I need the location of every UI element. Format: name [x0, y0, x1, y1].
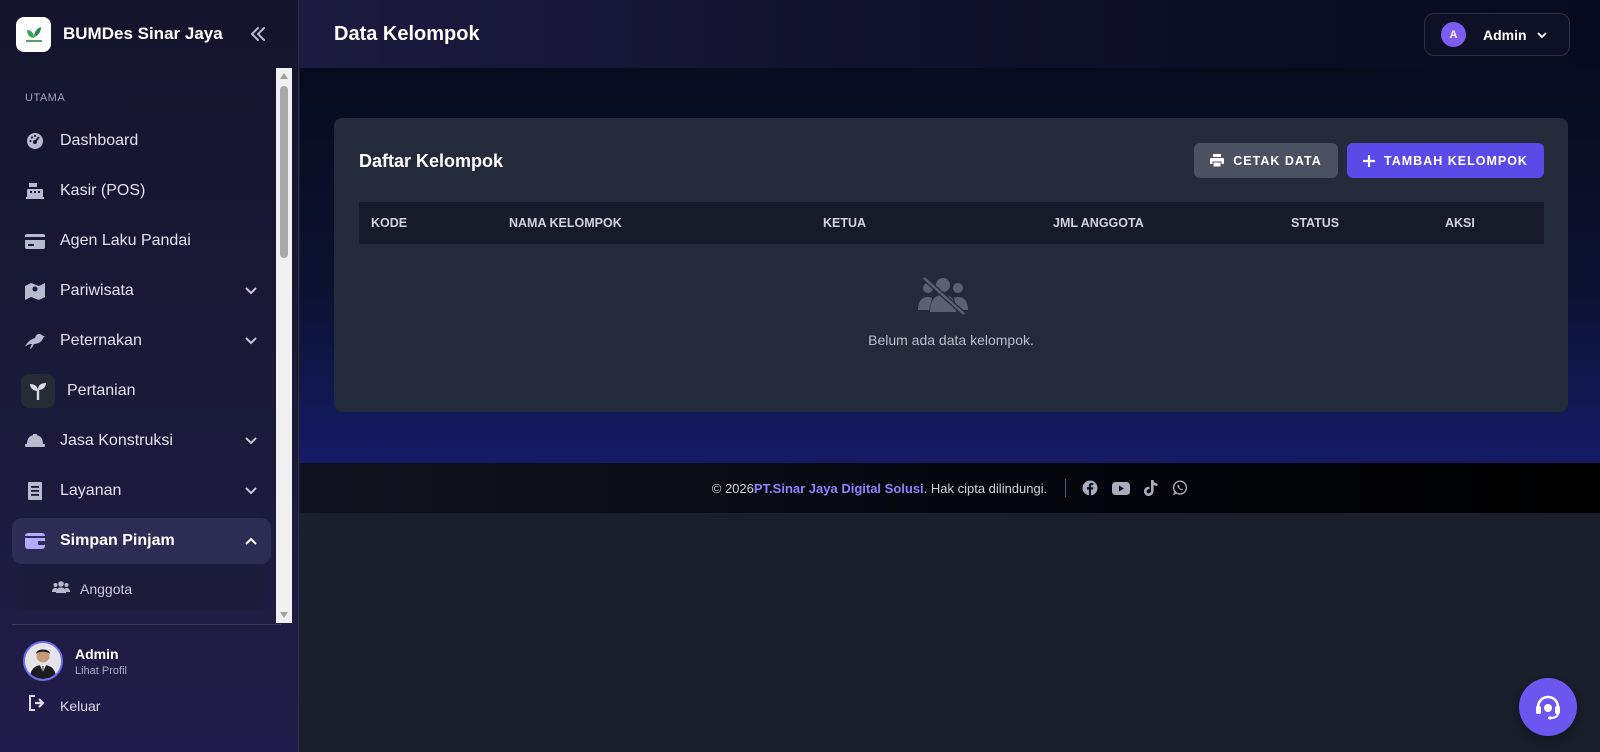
column-header: NAMA KELOMPOK	[509, 216, 622, 230]
brand-logo[interactable]	[16, 16, 51, 52]
wallet-icon	[24, 530, 46, 552]
dashboard-icon	[24, 130, 46, 152]
logout-icon	[28, 695, 46, 716]
column-header: KETUA	[823, 216, 867, 230]
empty-state-text: Belum ada data kelompok.	[868, 332, 1034, 348]
profile-name: Admin	[75, 645, 119, 662]
brand-name: BUMDes Sinar Jaya	[63, 24, 223, 43]
user-menu-button[interactable]: A Admin	[1424, 13, 1570, 56]
main-content: Daftar Kelompok CETAK DATA TAMBAH KELOMP…	[300, 68, 1600, 463]
sidebar-item-agen-laku-pandai[interactable]: Agen Laku Pandai	[12, 218, 271, 264]
seedling-icon	[21, 374, 55, 408]
sidebar-subitem-anggota[interactable]: Anggota	[20, 568, 263, 610]
chevron-down-icon	[243, 433, 259, 449]
print-data-button[interactable]: CETAK DATA	[1194, 143, 1338, 178]
whatsapp-icon[interactable]	[1172, 480, 1188, 496]
sidebar: BUMDes Sinar Jaya UTAMA Dashboard Kasir …	[0, 0, 299, 752]
table-header: KODE NAMA KELOMPOK KETUA JML ANGGOTA STA…	[359, 202, 1544, 244]
sidebar-item-pertanian[interactable]: Pertanian	[12, 368, 271, 414]
sidebar-subitem-label: Anggota	[80, 581, 133, 597]
sidebar-item-simpan-pinjam[interactable]: Simpan Pinjam	[12, 518, 271, 564]
column-header: STATUS	[1291, 216, 1340, 230]
brand: BUMDes Sinar Jaya	[0, 0, 298, 68]
youtube-icon[interactable]	[1112, 481, 1131, 495]
sidebar-item-label: Pertanian	[67, 382, 136, 399]
sidebar-item-peternakan[interactable]: Peternakan	[12, 318, 271, 364]
scroll-up-icon[interactable]	[276, 68, 292, 84]
profile-link[interactable]: Admin Lihat Profil	[0, 625, 299, 681]
top-header: Data Kelompok A Admin	[300, 0, 1600, 68]
scrollbar-thumb[interactable]	[280, 86, 288, 258]
copyright-suffix: . Hak cipta dilindungi.	[923, 480, 1048, 496]
document-icon	[24, 480, 46, 502]
chevron-down-icon	[1536, 26, 1547, 44]
profile-link-label[interactable]: Lihat Profil	[75, 665, 127, 677]
sidebar-item-dashboard[interactable]: Dashboard	[12, 118, 271, 164]
user-name: Admin	[1483, 26, 1527, 43]
copyright-prefix: © 2026	[711, 480, 754, 496]
sidebar-scrollbar[interactable]	[276, 68, 292, 623]
page-footer: © 2026 PT.Sinar Jaya Digital Solusi . Ha…	[300, 463, 1600, 513]
tiktok-icon[interactable]	[1144, 480, 1158, 496]
facebook-icon[interactable]	[1082, 480, 1098, 496]
company-link[interactable]: PT.Sinar Jaya Digital Solusi	[754, 481, 924, 496]
plus-icon	[1363, 154, 1376, 167]
sidebar-item-label: Agen Laku Pandai	[60, 232, 191, 249]
sidebar-item-label: Layanan	[60, 482, 122, 499]
column-header: JML ANGGOTA	[1053, 216, 1144, 230]
support-chat-button[interactable]	[1519, 678, 1577, 736]
sidebar-item-label: Kasir (POS)	[60, 182, 146, 199]
sidebar-item-jasa-konstruksi[interactable]: Jasa Konstruksi	[12, 418, 271, 464]
sidebar-item-label: Jasa Konstruksi	[60, 432, 173, 449]
print-data-label: CETAK DATA	[1233, 153, 1322, 168]
avatar[interactable]	[23, 641, 63, 681]
scroll-down-icon[interactable]	[276, 607, 292, 623]
footer-divider	[1065, 479, 1067, 497]
chevron-down-icon	[243, 333, 259, 349]
chevron-down-icon	[243, 283, 259, 299]
logout-label: Keluar	[60, 697, 101, 714]
sidebar-item-pariwisata[interactable]: Pariwisata	[12, 268, 271, 314]
card-title: Daftar Kelompok	[359, 151, 504, 171]
empty-page-area	[300, 513, 1600, 752]
map-icon	[24, 280, 46, 302]
users-slash-icon	[918, 276, 968, 321]
sidebar-item-label: Dashboard	[60, 132, 139, 149]
print-icon	[1210, 154, 1225, 167]
sidebar-item-layanan[interactable]: Layanan	[12, 468, 271, 514]
chevron-up-icon	[243, 533, 259, 549]
collapse-sidebar-icon[interactable]	[246, 22, 270, 46]
users-icon	[52, 580, 70, 598]
section-label: UTAMA	[25, 92, 66, 104]
add-group-label: TAMBAH KELOMPOK	[1384, 153, 1528, 168]
social-links	[1082, 480, 1188, 496]
user-avatar: A	[1441, 22, 1466, 47]
crow-icon	[24, 330, 46, 352]
hard-hat-icon	[24, 430, 46, 452]
sidebar-item-label: Pariwisata	[60, 282, 134, 299]
logout-button[interactable]: Keluar	[0, 681, 299, 716]
headset-icon	[1536, 695, 1560, 720]
sidebar-nav: UTAMA Dashboard Kasir (POS) Agen Laku Pa…	[0, 68, 299, 623]
column-header: AKSI	[1445, 216, 1475, 230]
sidebar-footer: Admin Lihat Profil Keluar	[0, 624, 299, 716]
cash-register-icon	[24, 180, 46, 202]
group-list-card: Daftar Kelompok CETAK DATA TAMBAH KELOMP…	[334, 118, 1568, 412]
page-title: Data Kelompok	[334, 22, 480, 45]
credit-card-icon	[24, 230, 46, 252]
chevron-down-icon	[243, 483, 259, 499]
add-group-button[interactable]: TAMBAH KELOMPOK	[1347, 143, 1544, 178]
sidebar-item-label: Simpan Pinjam	[60, 532, 175, 549]
sidebar-item-label: Peternakan	[60, 332, 142, 349]
sidebar-item-kasir[interactable]: Kasir (POS)	[12, 168, 271, 214]
column-header: KODE	[371, 216, 408, 230]
